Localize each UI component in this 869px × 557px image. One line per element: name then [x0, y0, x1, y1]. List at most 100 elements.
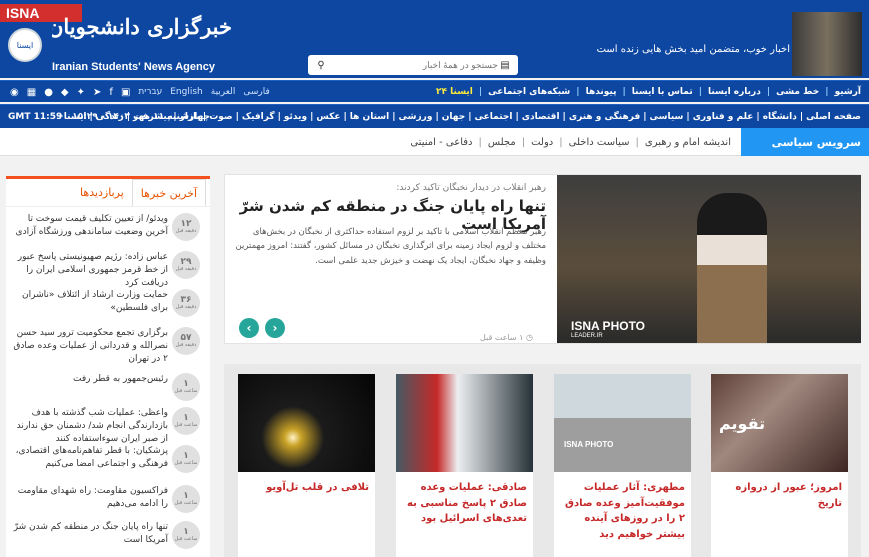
slogan: اخبار خوب، متضمن امید بخش هایی زنده است	[596, 44, 790, 55]
time-badge: ۵۷ دقیقه قبل	[172, 327, 200, 355]
search-box[interactable]: ▤ ⚲	[308, 55, 518, 75]
nav-graphic[interactable]: گرافیک	[242, 112, 275, 122]
rss-icon[interactable]: ◉	[10, 87, 19, 98]
tab-latest[interactable]: آخرین خبرها	[131, 179, 206, 206]
photo-credit-sub: LEADER.IR	[571, 333, 603, 339]
time-badge: ۱ ساعت قبل	[172, 485, 200, 513]
tab-most-viewed[interactable]: پربازدیدها	[72, 179, 132, 206]
nav-provinces[interactable]: استان ها	[350, 112, 389, 122]
time-badge: ۱ ساعت قبل	[172, 445, 200, 473]
featured-image[interactable]: ISNA PHOTO LEADER.IR	[557, 175, 861, 343]
lang-farsi[interactable]: فارسی	[243, 87, 269, 97]
nav-politics[interactable]: سیاسی	[650, 112, 684, 122]
news-link[interactable]: فراکسیون مقاومت: راه شهدای مقاومت را ادا…	[12, 485, 168, 511]
card-overlay-text: تقویم	[719, 414, 766, 433]
leaders-portrait	[792, 12, 862, 76]
lang-hebrew[interactable]: עברית	[138, 87, 162, 97]
subnav-defense[interactable]: دفاعی - امنیتی	[410, 137, 472, 148]
datetime-bar: GMT 11:59 چهارشنبه ۱۱ مهر ۱۴۰۳ - ۱۵:۲۹	[8, 105, 210, 129]
prev-slide-button[interactable]: ‹	[239, 318, 259, 338]
top-menu-social[interactable]: شبکه‌های اجتماعی	[488, 87, 570, 97]
top-menu-contact[interactable]: تماس با ایسنا	[632, 87, 693, 97]
news-link[interactable]: حمایت وزارت ارشاد از ائتلاف «ناشران برای…	[12, 289, 168, 315]
nav-video[interactable]: ویدئو	[284, 112, 307, 122]
time-badge: ۳۶ دقیقه قبل	[172, 289, 200, 317]
calendar-icon[interactable]: ▤	[498, 60, 512, 71]
news-link[interactable]: رئیس‌جمهور به قطر رفت	[12, 373, 168, 386]
time-badge: ۱ ساعت قبل	[172, 407, 200, 435]
persian-date: چهارشنبه ۱۱ مهر ۱۴۰۳ - ۱۵:۲۹	[72, 112, 211, 122]
logo-text: ایسنا	[16, 40, 34, 50]
top-menu-isna24[interactable]: ایسنا ۲۴	[436, 87, 473, 97]
next-slide-button[interactable]: ›	[265, 318, 285, 338]
card-image[interactable]	[396, 374, 533, 472]
jihad-logo-icon[interactable]: ایسنا	[8, 28, 42, 62]
android-icon[interactable]: ●	[44, 87, 53, 98]
telegram-icon[interactable]: ➤	[93, 87, 101, 98]
card-title[interactable]: تلافی در قلب تل‌آویو	[244, 480, 369, 496]
news-link[interactable]: واعظی: عملیات شب گذشته با هدف بازدارندگی…	[12, 407, 168, 446]
nav-university[interactable]: دانشگاه	[763, 112, 797, 122]
card-image[interactable]: تقویم	[711, 374, 848, 472]
top-menu-links[interactable]: پیوندها	[586, 87, 617, 97]
news-link[interactable]: ویدئو/ از تعیین تکلیف قیمت سوخت تا آخرین…	[12, 213, 168, 239]
nav-world[interactable]: جهان	[442, 112, 466, 122]
time-unit: ساعت قبل	[174, 422, 198, 428]
time-badge: ۱۲ دقیقه قبل	[172, 213, 200, 241]
subnav-government[interactable]: دولت	[531, 137, 553, 148]
time-badge: ۱ ساعت قبل	[172, 521, 200, 549]
instagram-icon[interactable]: ▣	[121, 87, 130, 98]
time-badge: ۱ ساعت قبل	[172, 373, 200, 401]
time-badge: ۲۹ دقیقه قبل	[172, 251, 200, 279]
top-menu-about[interactable]: درباره ایسنا	[708, 87, 761, 97]
windows-icon[interactable]: ▦	[27, 87, 36, 98]
nav-culture[interactable]: فرهنگی و هنری	[569, 112, 640, 122]
card-title[interactable]: امروز؛ عبور از دروازه تاریخ	[717, 480, 842, 511]
news-cards: تقویم امروز؛ عبور از دروازه تاریخ ISNA P…	[224, 364, 861, 557]
apple-icon[interactable]: ◆	[61, 87, 69, 98]
time-unit: ساعت قبل	[174, 388, 198, 394]
site-title-en[interactable]: Iranian Students' News Agency	[52, 61, 215, 73]
featured-description: رهبر معظم انقلاب اسلامی با تاکید بر لزوم…	[235, 227, 546, 266]
time-unit: ساعت قبل	[174, 536, 198, 542]
subnav-domestic[interactable]: سیاست داخلی	[569, 137, 630, 148]
site-header: ISNA ایسنا خبرگزاری دانشجویان ایران، ایس…	[0, 0, 869, 78]
time-unit: ساعت قبل	[174, 500, 198, 506]
news-link[interactable]: تنها راه پایان جنگ در منطقه کم شدن شرّ آ…	[12, 521, 168, 547]
news-card[interactable]: ISNA PHOTO مطهری: آثار عملیات موفقیت‌آمی…	[554, 374, 691, 557]
nav-home[interactable]: صفحه اصلی	[806, 112, 861, 122]
subnav-leader[interactable]: اندیشه امام و رهبری	[645, 137, 731, 148]
nav-science[interactable]: علم و فناوری	[693, 112, 754, 122]
card-image[interactable]: ISNA PHOTO	[554, 374, 691, 472]
nav-social[interactable]: اجتماعی	[475, 112, 513, 122]
news-card[interactable]: تلافی در قلب تل‌آویو	[238, 374, 375, 557]
card-title[interactable]: صادقی: عملیات وعده صادق ۲ پاسخ مناسبی به…	[402, 480, 527, 527]
news-link[interactable]: عباس زاده: رژیم صهیونیستی پاسخ عبور از خ…	[12, 251, 168, 290]
language-bar: ◉ ▦ ● ◆ ✦ ➤ f ▣ עברית English العربیة فا…	[10, 81, 270, 103]
time-unit: دقیقه قبل	[175, 342, 197, 348]
photo-credit: ISNA PHOTO LEADER.IR	[571, 319, 645, 339]
lang-arabic[interactable]: العربیة	[211, 87, 236, 97]
subnav-parliament[interactable]: مجلس	[488, 137, 516, 148]
top-menu-archive[interactable]: آرشیو	[835, 87, 861, 97]
service-title[interactable]: سرویس سیاسی	[741, 128, 869, 156]
card-title[interactable]: مطهری: آثار عملیات موفقیت‌آمیز وعده صادق…	[560, 480, 685, 542]
search-icon[interactable]: ⚲	[314, 60, 328, 71]
service-links: اندیشه امام و رهبری | سیاست داخلی | دولت | …	[410, 136, 731, 148]
site-title-fa[interactable]: خبرگزاری دانشجویان ایران، ایسنا	[52, 14, 232, 39]
nav-economy[interactable]: اقتصادی	[522, 112, 560, 122]
lang-english[interactable]: English	[170, 87, 203, 97]
nav-sports[interactable]: ورزشی	[399, 112, 433, 122]
search-input[interactable]	[328, 60, 498, 70]
twitter-icon[interactable]: ✦	[77, 87, 85, 98]
top-menu-policy[interactable]: خط مشی	[776, 87, 819, 97]
news-link[interactable]: برگزاری تجمع محکومیت ترور سید حسن نصرالل…	[12, 327, 168, 366]
facebook-icon[interactable]: f	[109, 87, 113, 98]
card-image[interactable]	[238, 374, 375, 472]
gmt-time: GMT 11:59	[8, 112, 63, 122]
news-link[interactable]: پزشکیان: با قطر تفاهم‌نامه‌های اقتصادی، …	[12, 445, 168, 471]
news-card[interactable]: صادقی: عملیات وعده صادق ۲ پاسخ مناسبی به…	[396, 374, 533, 557]
nav-photo[interactable]: عکس	[316, 112, 340, 122]
nav-audio[interactable]: صوت	[209, 112, 232, 122]
news-card[interactable]: تقویم امروز؛ عبور از دروازه تاریخ	[711, 374, 848, 557]
